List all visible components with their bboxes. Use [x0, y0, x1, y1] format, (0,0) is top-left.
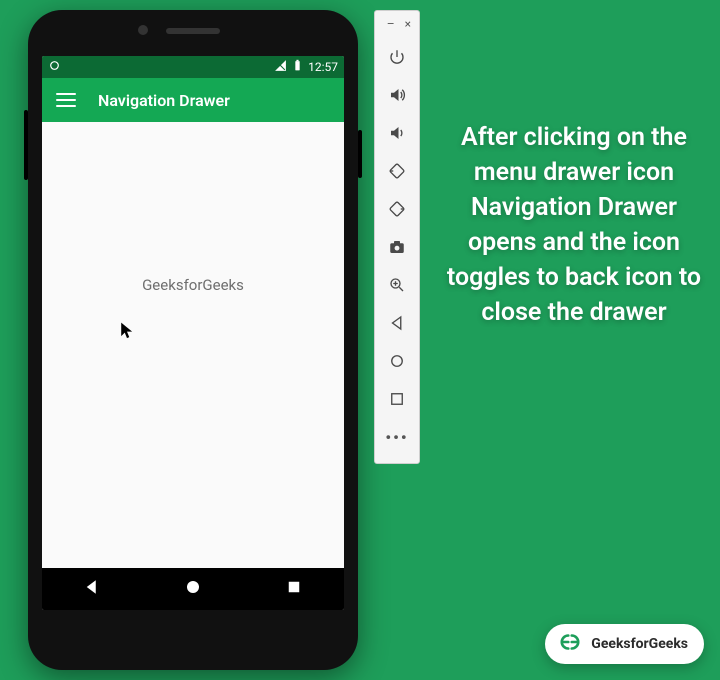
- app-title: Navigation Drawer: [98, 91, 230, 110]
- status-time: 12:57: [308, 60, 338, 74]
- close-icon[interactable]: ×: [405, 17, 411, 31]
- more-icon[interactable]: •••: [379, 419, 415, 455]
- content-area: GeeksforGeeks: [42, 122, 344, 568]
- mouse-cursor-icon: [120, 322, 134, 344]
- brand-badge: GeeksforGeeks: [545, 624, 704, 664]
- volume-up-icon[interactable]: [379, 77, 415, 113]
- phone-frame: 12:57 Navigation Drawer GeeksforGeeks: [28, 10, 358, 670]
- status-left-icon: [48, 59, 61, 75]
- status-bar: 12:57: [42, 56, 344, 78]
- rotate-right-icon[interactable]: [379, 191, 415, 227]
- back-icon[interactable]: [83, 578, 101, 600]
- caption-text: After clicking on the menu drawer icon N…: [440, 120, 708, 330]
- battery-icon: [291, 59, 304, 75]
- power-button: [358, 130, 362, 178]
- emulator-toolbar: – × •••: [374, 10, 420, 464]
- home-button-icon[interactable]: [379, 343, 415, 379]
- volume-down-icon[interactable]: [379, 115, 415, 151]
- brand-logo-icon: [557, 631, 583, 657]
- screenshot-icon[interactable]: [379, 229, 415, 265]
- rotate-left-icon[interactable]: [379, 153, 415, 189]
- app-bar: Navigation Drawer: [42, 78, 344, 122]
- body-text: GeeksforGeeks: [142, 276, 244, 294]
- system-navbar: [42, 568, 344, 610]
- front-camera: [138, 25, 148, 35]
- hamburger-icon[interactable]: [56, 93, 76, 107]
- signal-icon: [274, 59, 287, 75]
- home-icon[interactable]: [184, 578, 202, 600]
- device-screen: 12:57 Navigation Drawer GeeksforGeeks: [42, 56, 344, 610]
- brand-name: GeeksforGeeks: [591, 636, 688, 652]
- recents-icon[interactable]: [285, 578, 303, 600]
- overview-button-icon[interactable]: [379, 381, 415, 417]
- minimize-icon[interactable]: –: [387, 17, 395, 31]
- zoom-icon[interactable]: [379, 267, 415, 303]
- speaker-grille: [166, 28, 220, 34]
- power-icon[interactable]: [379, 39, 415, 75]
- back-button-icon[interactable]: [379, 305, 415, 341]
- volume-rocker: [24, 110, 28, 180]
